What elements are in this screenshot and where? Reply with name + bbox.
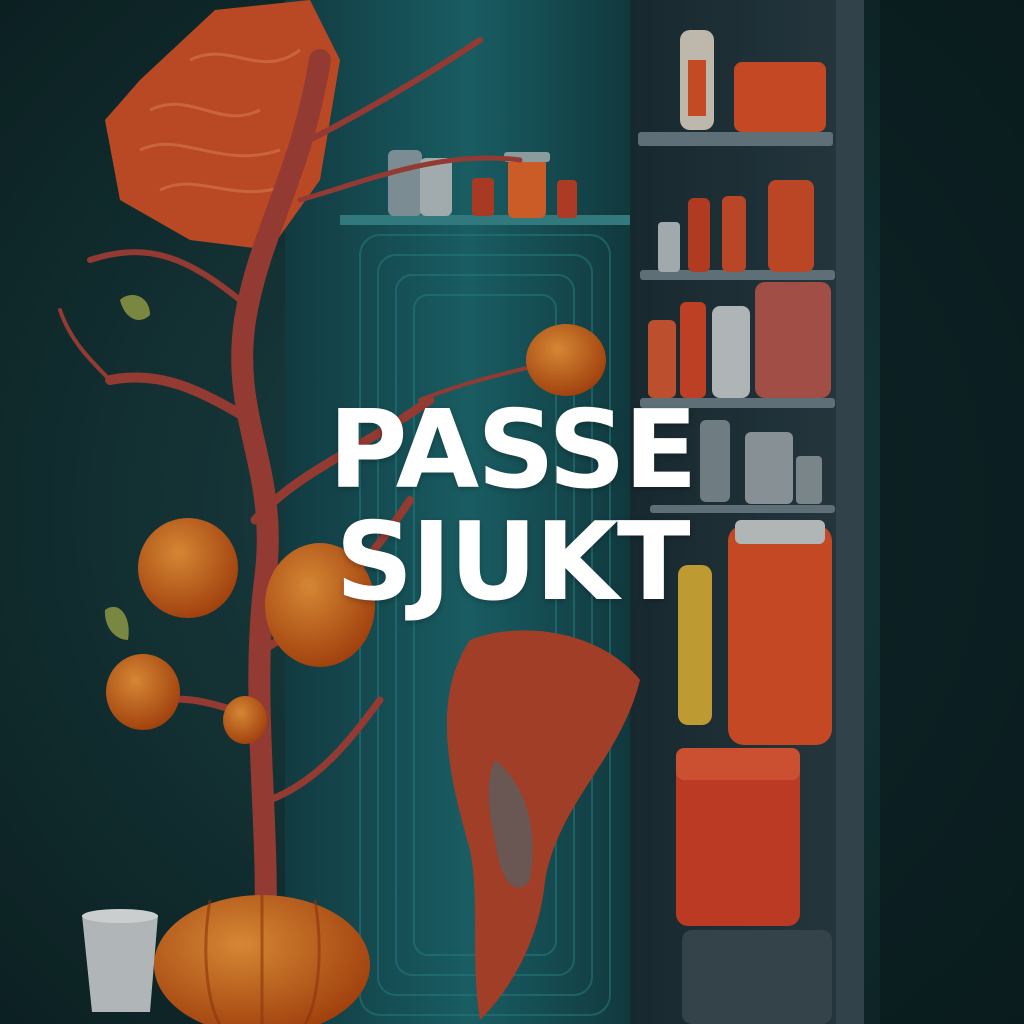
cover-title: PASSE SJUKT bbox=[0, 395, 1024, 619]
cover-artwork: PASSE SJUKT bbox=[0, 0, 1024, 1024]
title-line-2: SJUKT bbox=[335, 500, 690, 625]
title-line-1: PASSE bbox=[328, 388, 697, 513]
